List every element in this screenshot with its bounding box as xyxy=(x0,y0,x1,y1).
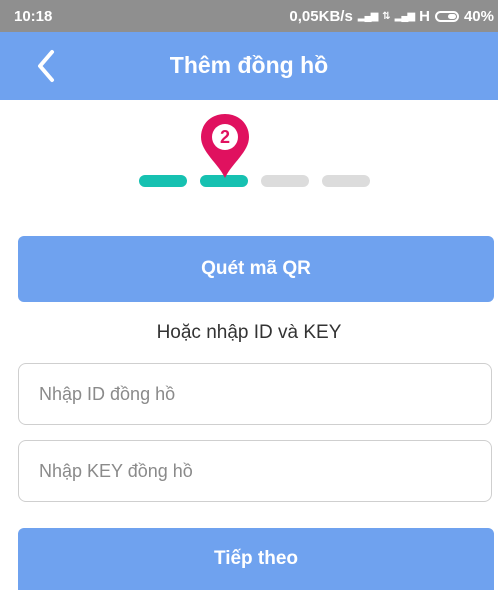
id-input[interactable] xyxy=(19,364,491,424)
app-bar: Thêm đồng hồ xyxy=(0,32,498,100)
status-indicators: 0,05KB/s ▂▄▆ ⇅ ▂▄▆ H 40% xyxy=(289,8,494,25)
data-transfer-icon: ⇅ xyxy=(382,11,390,22)
step-indicator-1 xyxy=(139,175,187,187)
current-step-number: 2 xyxy=(220,127,230,147)
page-title: Thêm đồng hồ xyxy=(169,52,329,78)
status-bar: 10:18 0,05KB/s ▂▄▆ ⇅ ▂▄▆ H 40% xyxy=(0,0,498,32)
battery-icon xyxy=(434,11,459,22)
scan-qr-button[interactable]: Quét mã QR xyxy=(18,236,494,302)
network-type: H xyxy=(419,8,430,25)
key-field-container xyxy=(18,440,492,502)
battery-percent: 40% xyxy=(463,8,494,25)
status-time: 10:18 xyxy=(14,8,53,25)
network-speed: 0,05KB/s xyxy=(289,8,353,25)
or-enter-id-key-label: Hoặc nhập ID và KEY xyxy=(156,322,342,343)
signal-icon: ▂▄▆ xyxy=(394,11,415,22)
map-pin-icon: 2 xyxy=(201,114,249,178)
step-indicator-4 xyxy=(322,175,370,187)
next-button[interactable]: Tiếp theo xyxy=(18,528,494,590)
id-field-container xyxy=(18,363,492,425)
key-input[interactable] xyxy=(19,441,491,501)
signal-icon: ▂▄▆ xyxy=(357,11,378,22)
step-indicator-3 xyxy=(261,175,309,187)
